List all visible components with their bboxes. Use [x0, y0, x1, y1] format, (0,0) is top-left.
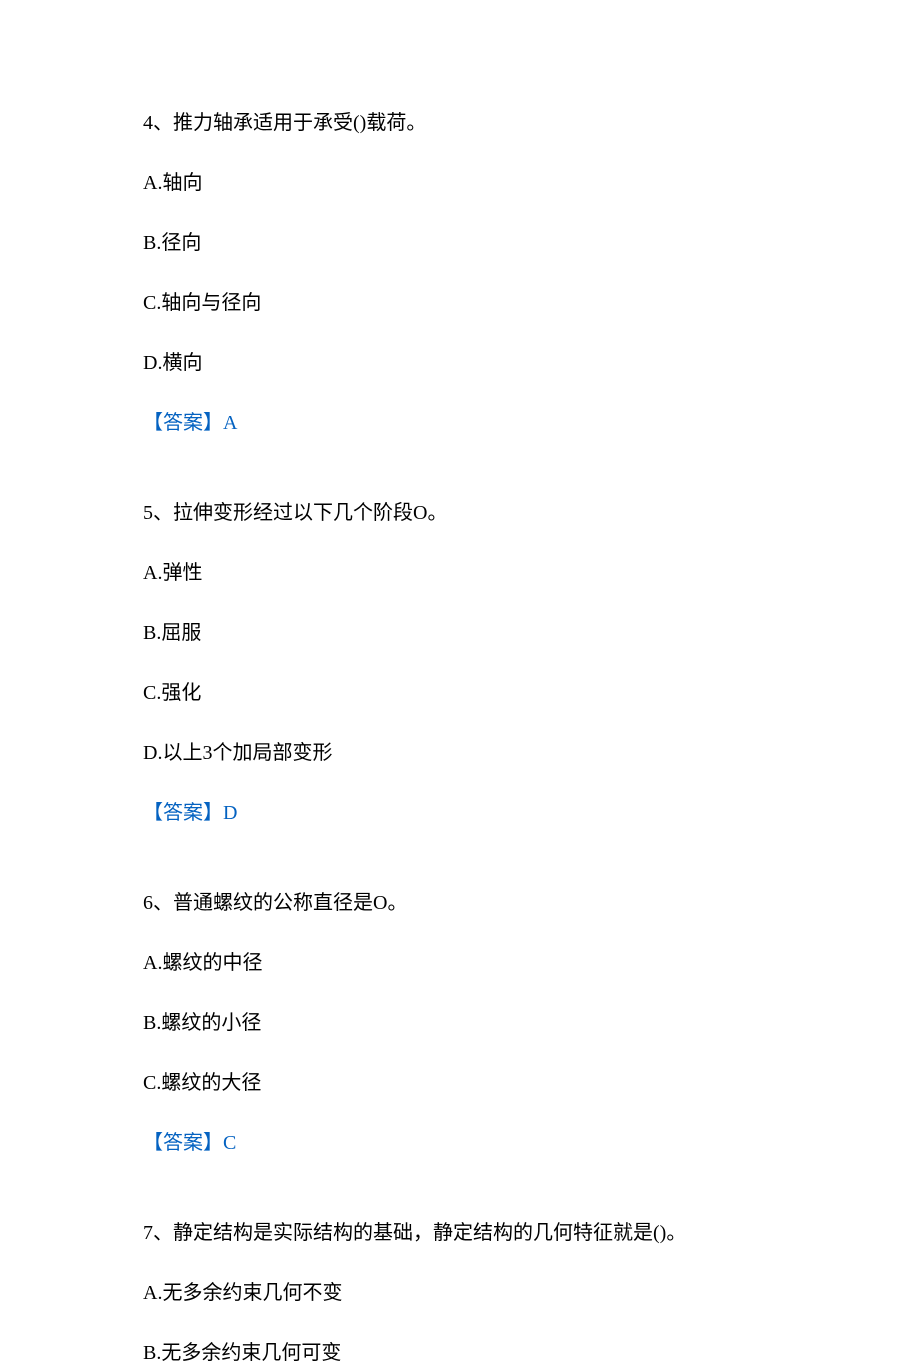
question-text: 7、静定结构是实际结构的基础，静定结构的几何特征就是()。: [143, 1218, 777, 1248]
option-text: 强化: [161, 682, 201, 704]
question-text: 4、推力轴承适用于承受()载荷。: [143, 108, 777, 138]
answer-line: 【答案】A: [143, 408, 777, 438]
question-number: 7、: [143, 1222, 173, 1244]
question-number: 4、: [143, 112, 173, 134]
question-number: 5、: [143, 502, 173, 524]
question-stem: 推力轴承适用于承受()载荷。: [173, 112, 426, 134]
answer-value: C: [223, 1132, 236, 1154]
option: D.横向: [143, 348, 777, 378]
option: D.以上3个加局部变形: [143, 738, 777, 768]
option: A.轴向: [143, 168, 777, 198]
option-label: A.: [143, 952, 162, 974]
question-stem: 普通螺纹的公称直径是O。: [173, 892, 407, 914]
option: B.屈服: [143, 618, 777, 648]
option-label: B.: [143, 232, 161, 254]
option: A.弹性: [143, 558, 777, 588]
option: A.螺纹的中径: [143, 948, 777, 978]
option-text: 横向: [162, 352, 202, 374]
question-text: 6、普通螺纹的公称直径是O。: [143, 888, 777, 918]
question-block: 4、推力轴承适用于承受()载荷。 A.轴向 B.径向 C.轴向与径向 D.横向 …: [143, 108, 777, 438]
question-stem: 静定结构是实际结构的基础，静定结构的几何特征就是()。: [173, 1222, 686, 1244]
question-number: 6、: [143, 892, 173, 914]
option-text: 屈服: [161, 622, 201, 644]
option-text: 径向: [161, 232, 201, 254]
option-label: D.: [143, 352, 162, 374]
option-label: C.: [143, 682, 161, 704]
option-label: B.: [143, 622, 161, 644]
option-label: A.: [143, 172, 162, 194]
option-label: A.: [143, 562, 162, 584]
question-block: 7、静定结构是实际结构的基础，静定结构的几何特征就是()。 A.无多余约束几何不…: [143, 1218, 777, 1368]
option: C.轴向与径向: [143, 288, 777, 318]
option-text: 以上3个加局部变形: [162, 742, 332, 764]
answer-label: 【答案】: [143, 802, 223, 824]
option-label: C.: [143, 292, 161, 314]
option: B.无多余约束几何可变: [143, 1338, 777, 1368]
question-block: 6、普通螺纹的公称直径是O。 A.螺纹的中径 B.螺纹的小径 C.螺纹的大径 【…: [143, 888, 777, 1158]
option-label: B.: [143, 1012, 161, 1034]
answer-line: 【答案】C: [143, 1128, 777, 1158]
answer-value: D: [223, 802, 237, 824]
answer-value: A: [223, 412, 237, 434]
option-text: 无多余约束几何可变: [161, 1342, 341, 1364]
option-text: 弹性: [162, 562, 202, 584]
option-label: B.: [143, 1342, 161, 1364]
question-stem: 拉伸变形经过以下几个阶段O。: [173, 502, 447, 524]
answer-label: 【答案】: [143, 1132, 223, 1154]
answer-line: 【答案】D: [143, 798, 777, 828]
question-text: 5、拉伸变形经过以下几个阶段O。: [143, 498, 777, 528]
option-text: 轴向与径向: [161, 292, 261, 314]
option-text: 螺纹的大径: [161, 1072, 261, 1094]
option: C.强化: [143, 678, 777, 708]
option-text: 轴向: [162, 172, 202, 194]
answer-label: 【答案】: [143, 412, 223, 434]
option-text: 螺纹的小径: [161, 1012, 261, 1034]
question-block: 5、拉伸变形经过以下几个阶段O。 A.弹性 B.屈服 C.强化 D.以上3个加局…: [143, 498, 777, 828]
option-label: D.: [143, 742, 162, 764]
option: C.螺纹的大径: [143, 1068, 777, 1098]
option-label: C.: [143, 1072, 161, 1094]
option: B.螺纹的小径: [143, 1008, 777, 1038]
option-text: 螺纹的中径: [162, 952, 262, 974]
option: A.无多余约束几何不变: [143, 1278, 777, 1308]
option: B.径向: [143, 228, 777, 258]
